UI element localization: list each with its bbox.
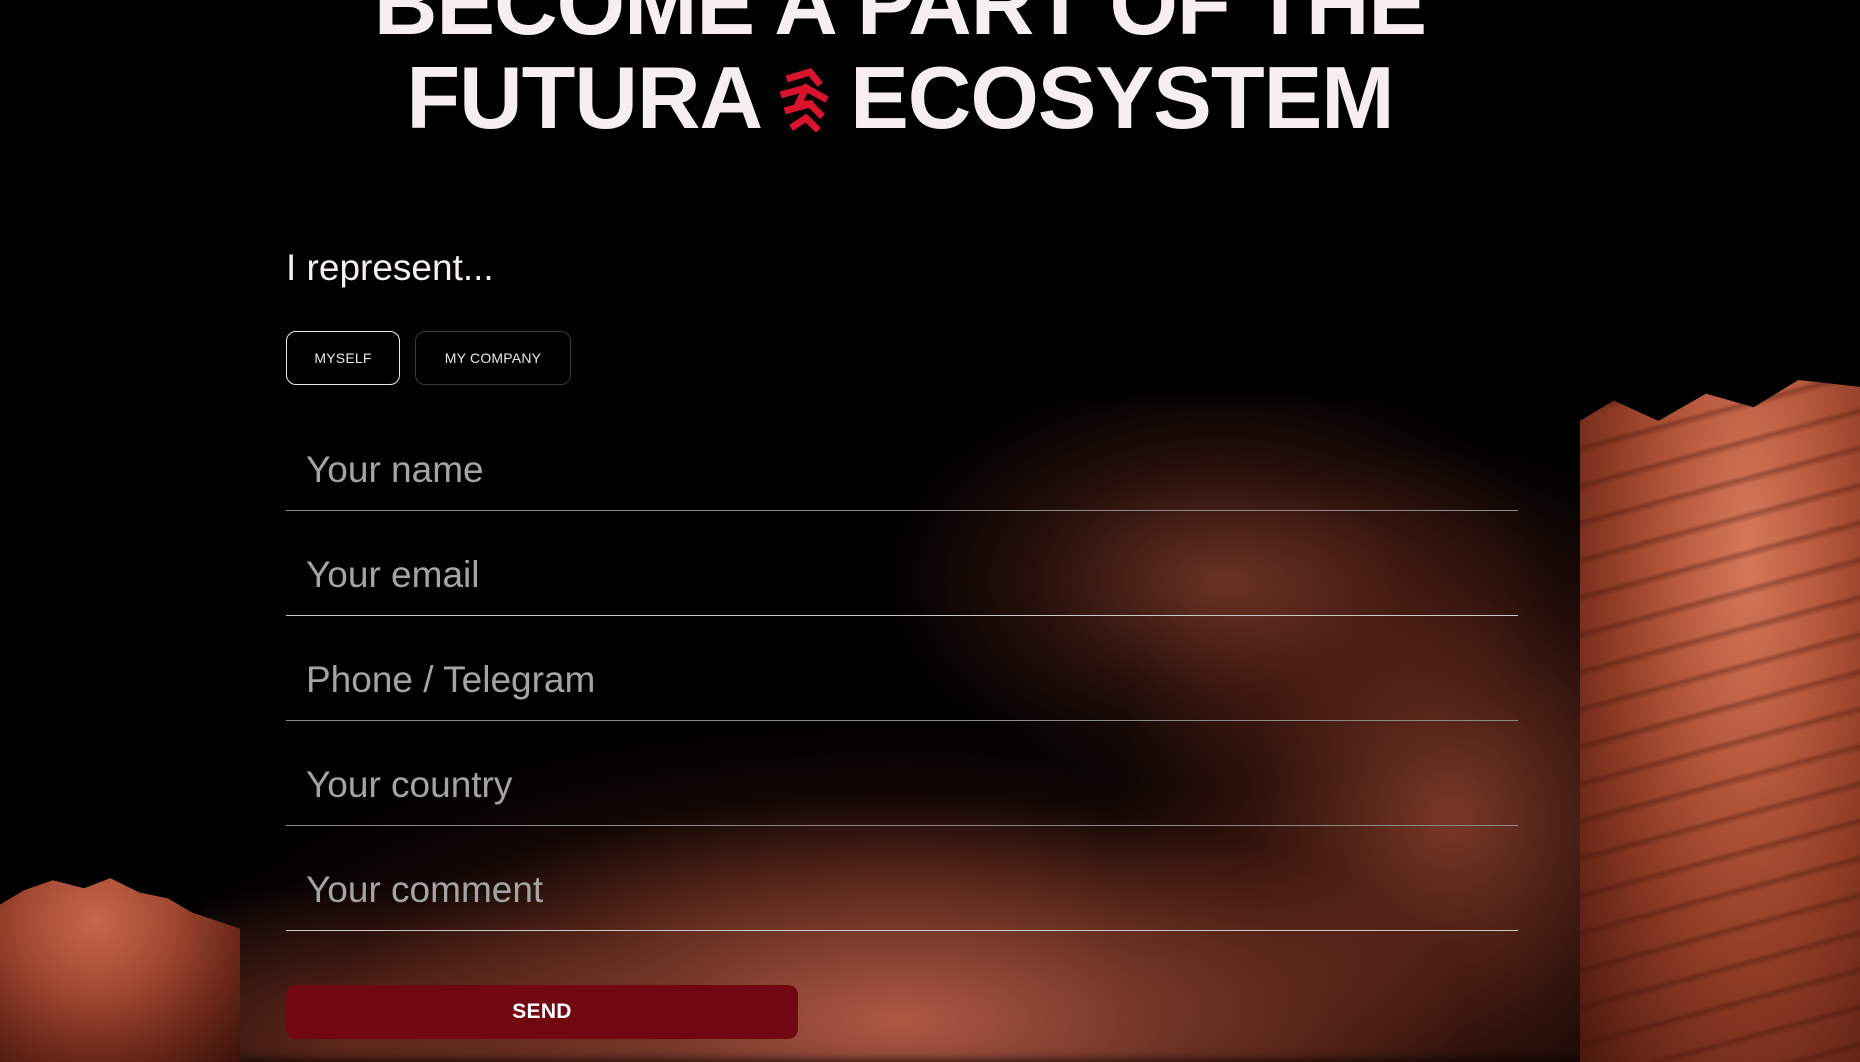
phone-field-row	[286, 616, 1518, 721]
headline-ecosystem-word: ECOSYSTEM	[850, 48, 1395, 147]
headline-line-1: BECOME A PART OF THE	[373, 0, 1427, 53]
name-field-row	[286, 406, 1518, 511]
email-input[interactable]	[286, 547, 1518, 603]
country-input[interactable]	[286, 757, 1518, 813]
email-field-row	[286, 511, 1518, 616]
represent-toggle-group: MYSELF MY COMPANY	[286, 331, 1518, 385]
comment-input[interactable]	[286, 862, 1518, 918]
name-input[interactable]	[286, 442, 1518, 498]
rock-formation-right-image	[1580, 380, 1860, 1062]
phone-telegram-input[interactable]	[286, 652, 1518, 708]
form-fields	[286, 406, 1518, 931]
send-button[interactable]: SEND	[286, 985, 798, 1039]
comment-field-row	[286, 826, 1518, 931]
country-field-row	[286, 721, 1518, 826]
contact-form: I represent... MYSELF MY COMPANY SEND	[286, 240, 1518, 1039]
toggle-my-company-button[interactable]: MY COMPANY	[415, 331, 571, 385]
futura-logo-icon	[776, 58, 832, 133]
represent-label: I represent...	[286, 247, 494, 288]
headline-futura-word: FUTURA	[406, 48, 763, 147]
headline-line-2: FUTURA ECOSYSTEM	[0, 54, 1800, 142]
rock-formation-left-image	[0, 878, 240, 1062]
toggle-myself-button[interactable]: MYSELF	[286, 331, 400, 385]
